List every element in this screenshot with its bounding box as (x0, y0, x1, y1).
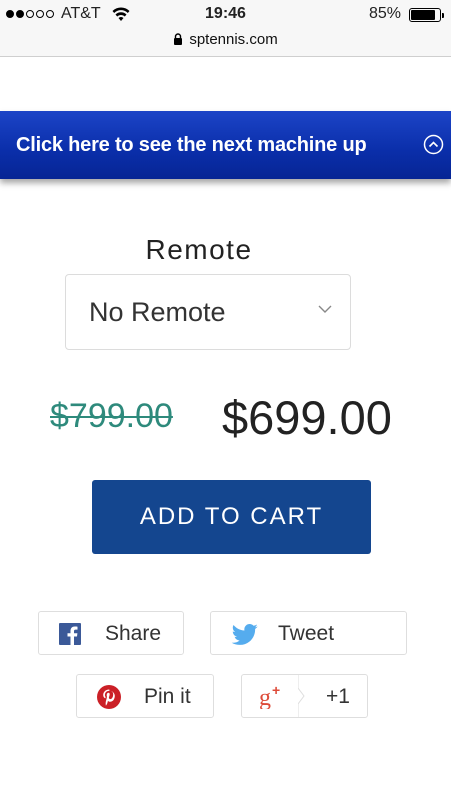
banner-text: Click here to see the next machine up (16, 134, 367, 156)
browser-chrome: AT&T 19:46 85% sptennis.com (0, 0, 451, 57)
compare-at-price: $799.00 (50, 397, 173, 435)
svg-text:g: g (259, 685, 271, 709)
sale-price: $699.00 (222, 391, 392, 444)
twitter-tweet-label: Tweet (278, 622, 335, 645)
google-plus-icon: g + (259, 683, 280, 709)
add-to-cart-button[interactable]: ADD TO CART (92, 480, 371, 554)
battery-percentage: 85% (368, 5, 401, 22)
facebook-icon (59, 623, 81, 645)
next-machine-banner[interactable]: Click here to see the next machine up (0, 111, 451, 179)
chevron-down-icon (318, 305, 332, 313)
twitter-tweet-button[interactable]: Tweet (210, 611, 407, 655)
pinterest-icon (97, 685, 121, 709)
pinterest-pin-label: Pin it (144, 685, 191, 708)
twitter-icon (231, 624, 258, 645)
battery-icon (409, 8, 444, 22)
remote-select[interactable]: No Remote (65, 274, 351, 350)
address-bar[interactable]: sptennis.com (0, 31, 451, 48)
status-bar: AT&T 19:46 85% (0, 0, 451, 28)
facebook-share-label: Share (105, 622, 162, 645)
divider (298, 674, 305, 718)
chevron-up-circle-icon (423, 134, 444, 155)
lock-icon (174, 33, 183, 45)
pinterest-pin-button[interactable]: Pin it (76, 674, 214, 718)
facebook-share-button[interactable]: Share (38, 611, 184, 655)
google-plus-count: +1 (326, 685, 350, 708)
remote-option-label: Remote (145, 234, 253, 265)
url-text: sptennis.com (189, 31, 278, 48)
svg-text:+: + (272, 683, 280, 698)
google-plus-button[interactable]: g + +1 (241, 674, 368, 718)
remote-select-value: No Remote (89, 297, 226, 327)
